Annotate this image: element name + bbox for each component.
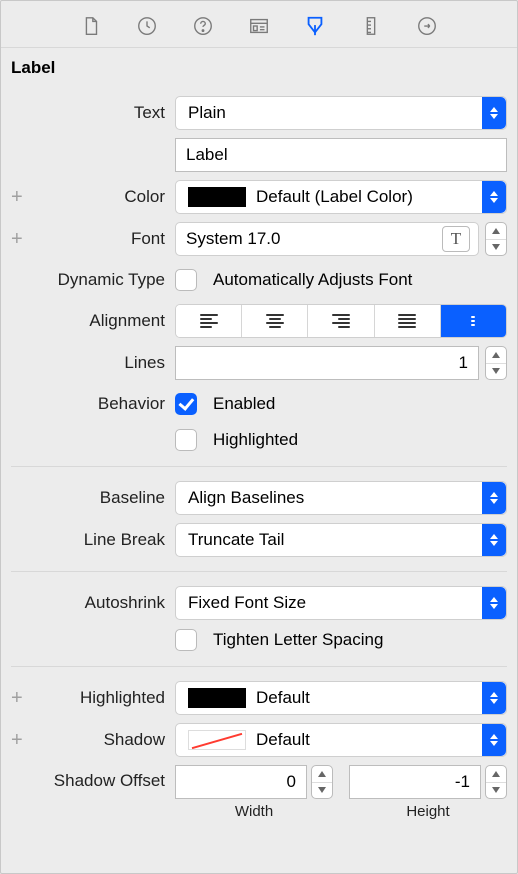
shadow-swatch [188, 730, 246, 750]
tighten-spacing-checkbox[interactable] [175, 629, 197, 651]
lines-stepper[interactable] [485, 346, 507, 380]
font-picker-icon[interactable]: T [442, 226, 470, 252]
behavior-label: Behavior [11, 394, 175, 414]
autoshrink-popup[interactable]: Fixed Font Size [175, 586, 507, 620]
add-shadow-button[interactable]: + [11, 729, 23, 752]
height-sublabel: Height [406, 803, 449, 820]
shadow-offset-width-field[interactable]: 0 [175, 765, 307, 799]
add-color-button[interactable]: + [11, 186, 23, 209]
stepper-up-icon[interactable] [486, 223, 506, 240]
inspector-toolbar [1, 1, 517, 48]
autoshrink-label: Autoshrink [11, 593, 175, 613]
stepper-up-icon[interactable] [312, 766, 332, 783]
dynamic-type-checkbox[interactable] [175, 269, 197, 291]
stepper-up-icon[interactable] [486, 347, 506, 364]
alignment-segmented[interactable] [175, 304, 507, 338]
color-label: Color [11, 187, 175, 207]
linebreak-popup[interactable]: Truncate Tail [175, 523, 507, 557]
width-sublabel: Width [235, 803, 273, 820]
dynamic-type-label: Dynamic Type [11, 270, 175, 290]
text-label: Text [11, 103, 175, 123]
identity-inspector-icon[interactable] [246, 13, 272, 39]
text-value-field[interactable] [175, 138, 507, 172]
baseline-popup[interactable]: Align Baselines [175, 481, 507, 515]
align-center-button[interactable] [242, 305, 308, 337]
baseline-label: Baseline [11, 488, 175, 508]
lines-label: Lines [11, 353, 175, 373]
add-highlighted-button[interactable]: + [11, 687, 23, 710]
alignment-label: Alignment [11, 311, 175, 331]
stepper-down-icon[interactable] [312, 783, 332, 799]
align-natural-button[interactable] [441, 305, 506, 337]
shadow-offset-height-stepper[interactable] [485, 765, 507, 799]
stepper-down-icon[interactable] [486, 364, 506, 380]
color-popup[interactable]: Default (Label Color) [175, 180, 507, 214]
shadow-popup[interactable]: Default [175, 723, 507, 757]
lines-field[interactable] [175, 346, 479, 380]
shadow-label: Shadow [11, 730, 175, 750]
align-justify-button[interactable] [375, 305, 441, 337]
font-label: Font [11, 229, 175, 249]
font-field[interactable]: System 17.0T [175, 222, 479, 256]
highlighted-color-popup[interactable]: Default [175, 681, 507, 715]
enabled-checkbox[interactable] [175, 393, 197, 415]
align-right-button[interactable] [308, 305, 374, 337]
color-swatch [188, 187, 246, 207]
highlighted-swatch [188, 688, 246, 708]
shadow-offset-height-field[interactable]: -1 [349, 765, 481, 799]
help-inspector-icon[interactable] [190, 13, 216, 39]
stepper-down-icon[interactable] [486, 240, 506, 256]
shadow-offset-label: Shadow Offset [11, 765, 175, 791]
stepper-down-icon[interactable] [486, 783, 506, 799]
stepper-up-icon[interactable] [486, 766, 506, 783]
size-inspector-icon[interactable] [358, 13, 384, 39]
attributes-inspector-panel: Label Text Plain + Color Default (Label … [0, 0, 518, 874]
align-left-button[interactable] [176, 305, 242, 337]
linebreak-label: Line Break [11, 530, 175, 550]
section-header: Label [1, 48, 517, 92]
add-font-button[interactable]: + [11, 228, 23, 251]
text-type-popup[interactable]: Plain [175, 96, 507, 130]
attributes-inspector-icon[interactable] [302, 13, 328, 39]
font-size-stepper[interactable] [485, 222, 507, 256]
highlighted-checkbox[interactable] [175, 429, 197, 451]
highlighted-color-label: Highlighted [11, 688, 175, 708]
file-inspector-icon[interactable] [78, 13, 104, 39]
shadow-offset-width-stepper[interactable] [311, 765, 333, 799]
connections-inspector-icon[interactable] [414, 13, 440, 39]
history-inspector-icon[interactable] [134, 13, 160, 39]
